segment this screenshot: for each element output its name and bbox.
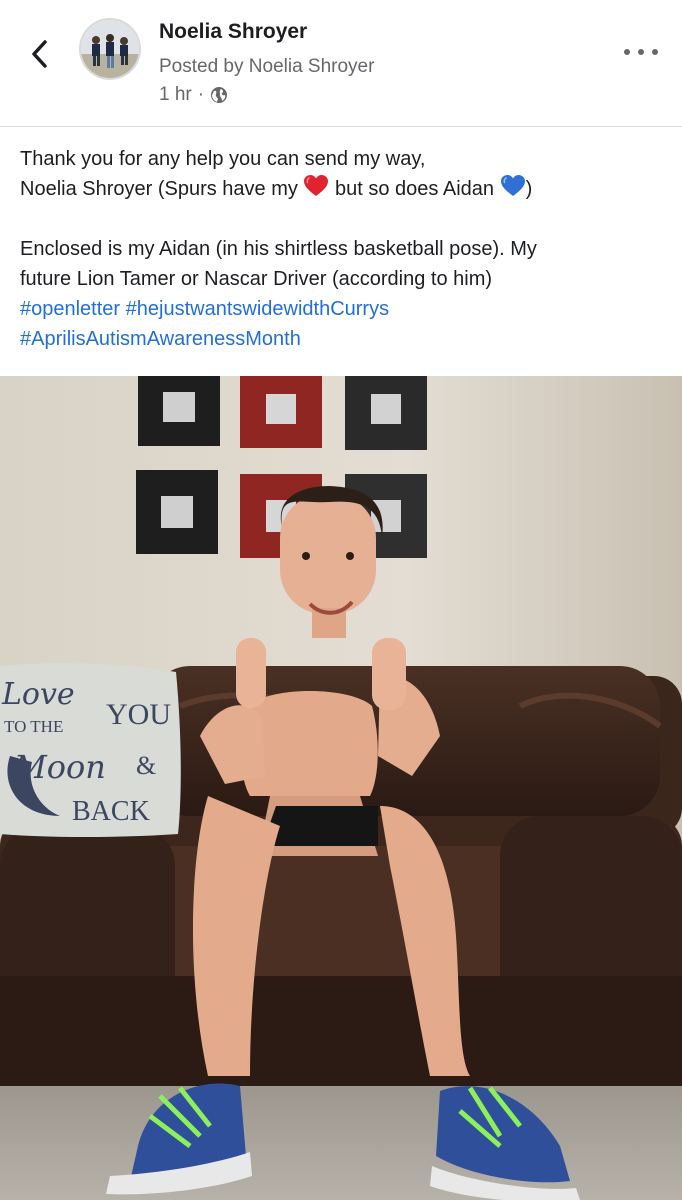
post-line-1: Thank you for any help you can send my w… <box>20 148 426 170</box>
photo-illustration: Love YOU TO THE Moon & BACK <box>0 376 682 1200</box>
post-line-4: future Lion Tamer or Nascar Driver (acco… <box>20 268 493 290</box>
hashtag-row-1: #openletter #hejustwantswidewidthCurrys <box>20 294 670 324</box>
meta-separator: · <box>197 84 205 105</box>
more-dot <box>638 49 644 55</box>
pillow-text-love: Love <box>1 677 75 712</box>
avatar-image <box>81 20 139 78</box>
hashtag-autism-awareness[interactable]: #AprilisAutismAwarenessMonth <box>20 328 301 350</box>
post-photo[interactable]: Love YOU TO THE Moon & BACK <box>0 376 682 1200</box>
blue-heart-icon <box>500 175 525 196</box>
post-meta: 1 hr · <box>159 84 228 106</box>
pillow: Love YOU TO THE Moon & BACK <box>0 663 181 837</box>
author-name[interactable]: Noelia Shroyer <box>159 20 307 44</box>
more-options-button[interactable] <box>624 40 658 64</box>
post-page: Noelia Shroyer Posted by Noelia Shroyer … <box>0 0 682 1200</box>
chevron-left-icon <box>32 40 47 68</box>
hashtag-openletter[interactable]: #openletter <box>20 298 120 320</box>
post-line-2b: but so does Aidan <box>329 178 500 200</box>
avatar[interactable] <box>79 18 141 80</box>
timestamp[interactable]: 1 hr <box>159 84 192 106</box>
back-button[interactable] <box>22 34 56 74</box>
hashtag-currys[interactable]: #hejustwantswidewidthCurrys <box>126 298 389 320</box>
posted-by-label: Posted by Noelia Shroyer <box>159 56 375 77</box>
globe-icon <box>211 87 228 103</box>
pillow-text-to-the: TO THE <box>4 717 63 736</box>
pillow-text-you: YOU <box>106 698 171 731</box>
post-line-3: Enclosed is my Aidan (in his shirtless b… <box>20 238 537 260</box>
more-dot <box>652 49 658 55</box>
red-heart-icon <box>304 175 329 196</box>
more-horizontal-icon <box>624 49 630 55</box>
pillow-text-amp: & <box>136 751 156 780</box>
post-line-2a: Noelia Shroyer (Spurs have my <box>20 178 304 200</box>
post-line-2: Noelia Shroyer (Spurs have my but so doe… <box>20 174 670 204</box>
header-divider <box>0 126 682 127</box>
hashtag-row-2: #AprilisAutismAwarenessMonth <box>20 324 670 354</box>
post-line-2c: ) <box>525 178 533 200</box>
post-header: Noelia Shroyer Posted by Noelia Shroyer … <box>0 0 682 127</box>
pillow-text-back: BACK <box>72 796 150 827</box>
post-body: Thank you for any help you can send my w… <box>20 144 670 354</box>
carpet <box>0 1076 682 1200</box>
